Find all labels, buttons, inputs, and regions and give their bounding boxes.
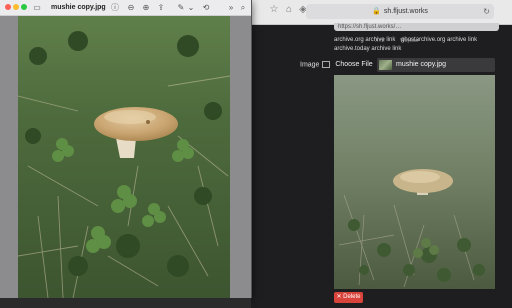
info-icon[interactable]: ⓘ xyxy=(110,2,120,13)
sidebar-icon[interactable]: ▭ xyxy=(32,2,42,13)
preview-title: mushie copy.jpg xyxy=(51,4,106,11)
share-icon[interactable]: ⇪ xyxy=(156,2,166,13)
image-field-label: Image xyxy=(300,61,331,69)
close-icon[interactable] xyxy=(5,4,11,10)
address-text: sh.fljust.works xyxy=(383,8,428,15)
image-label-text: Image xyxy=(300,61,320,69)
delete-label: Delete xyxy=(343,294,361,300)
image-icon xyxy=(322,61,331,68)
archive-today-link[interactable]: archive.today archive link xyxy=(334,46,401,52)
chevron-down-icon[interactable]: ⌄ xyxy=(186,2,196,13)
bookmark-star-icon[interactable]: ☆ xyxy=(268,3,280,17)
preview-titlebar: ▭ mushie copy.jpg ⓘ ⊖ ⊕ ⇪ ✎ ⌄ ⟲ » ⌕ xyxy=(0,0,251,16)
home-icon[interactable]: ⌂ xyxy=(283,3,295,17)
file-thumbnail xyxy=(379,60,392,70)
image-preview xyxy=(334,75,495,289)
choose-file-button[interactable]: Choose File xyxy=(334,58,374,72)
mushroom-preview-photo xyxy=(334,75,495,289)
dock-strip xyxy=(0,298,251,308)
file-input-row: Choose File mushie copy.jpg xyxy=(334,58,495,72)
more-icon[interactable]: » xyxy=(226,2,236,13)
ghostarchive-link[interactable]: ghostarchive.org archive link xyxy=(401,37,477,43)
delete-button[interactable]: ✕ Delete xyxy=(334,292,363,303)
selected-file-name: mushie copy.jpg xyxy=(396,61,447,68)
mushroom-photo xyxy=(18,16,230,298)
search-icon[interactable]: ⌕ xyxy=(238,2,248,13)
archive-org-link[interactable]: archive.org archive link xyxy=(334,37,395,43)
lock-icon: 🔒 xyxy=(372,8,381,15)
url-field[interactable]: https://sh.fljust.works/… xyxy=(334,23,499,31)
maximize-icon[interactable] xyxy=(21,4,27,10)
minimize-icon[interactable] xyxy=(13,4,19,10)
zoom-in-icon[interactable]: ⊕ xyxy=(141,2,151,13)
reload-icon[interactable]: ↻ xyxy=(483,4,490,19)
archive-links: archive.org archive link ghostarchive.or… xyxy=(334,36,504,54)
markup-icon[interactable]: ✎ xyxy=(176,2,186,13)
preview-image xyxy=(18,16,230,298)
selected-file-chip: mushie copy.jpg xyxy=(377,58,495,72)
rotate-icon[interactable]: ⟲ xyxy=(201,2,211,13)
preview-window: ▭ mushie copy.jpg ⓘ ⊖ ⊕ ⇪ ✎ ⌄ ⟲ » ⌕ xyxy=(0,0,252,298)
address-bar[interactable]: 🔒 sh.fljust.works ↻ xyxy=(306,4,494,19)
zoom-out-icon[interactable]: ⊖ xyxy=(126,2,136,13)
